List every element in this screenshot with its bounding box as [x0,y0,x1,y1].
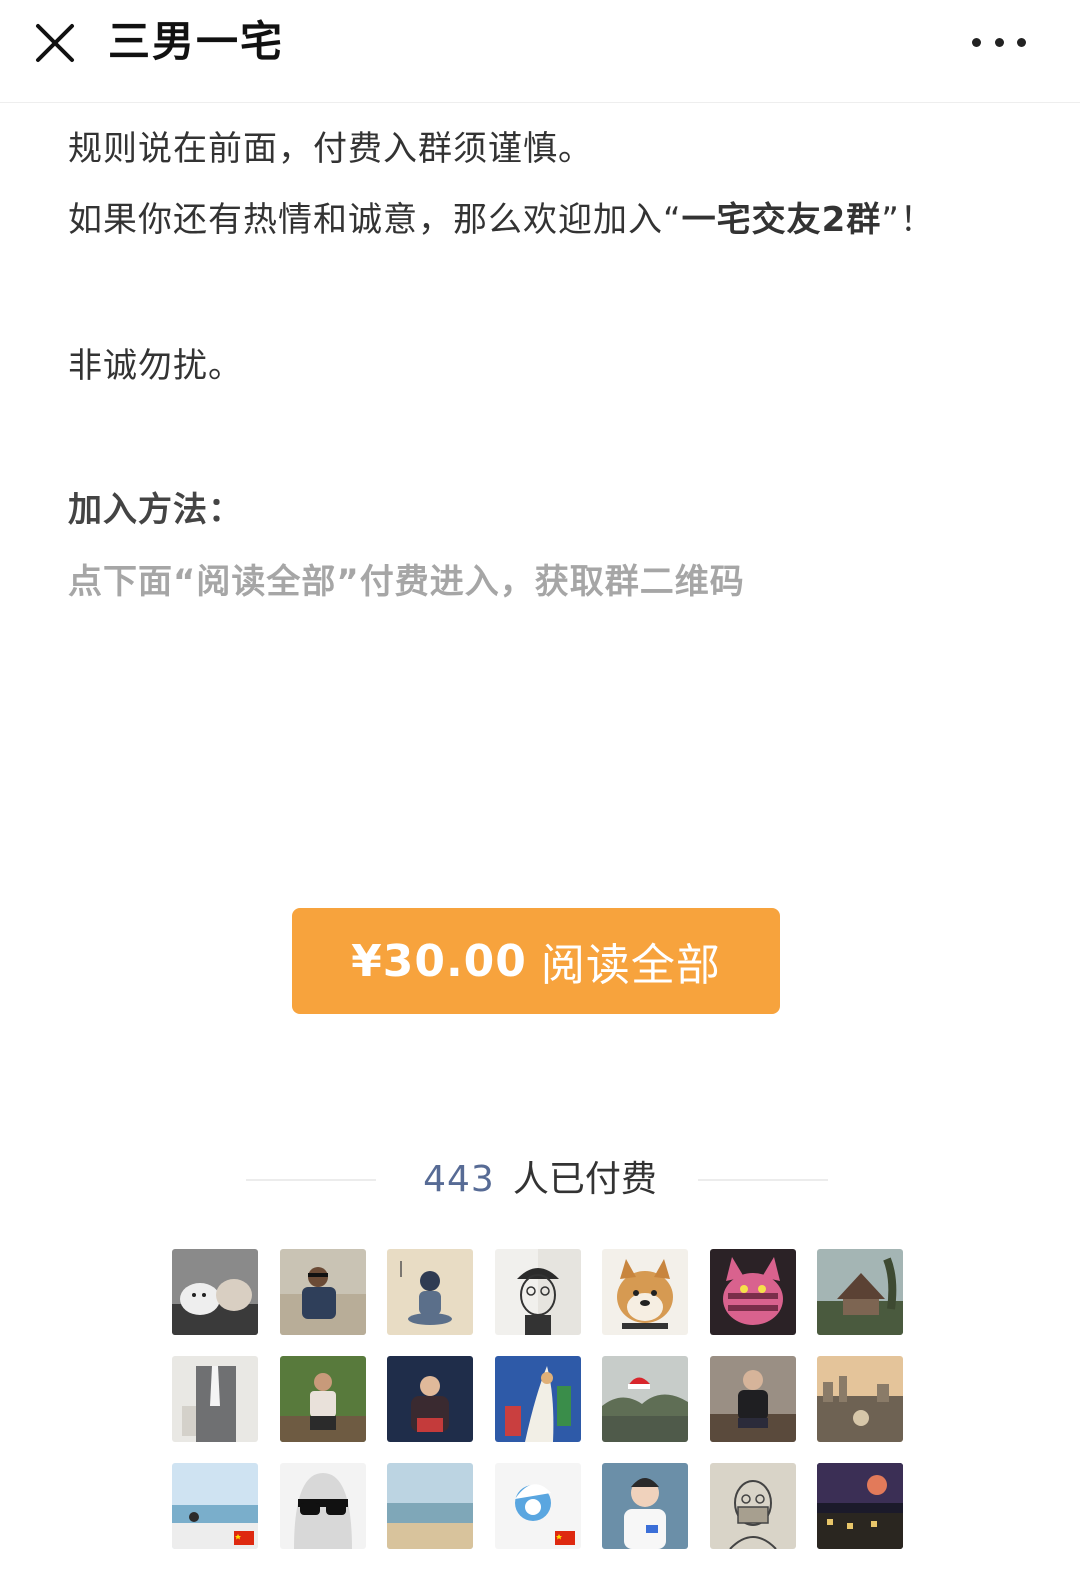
avatar-smurf-flag[interactable] [494,1463,581,1549]
avatar-suit[interactable] [172,1356,258,1442]
pay-label: 阅读全部 [540,940,721,991]
join-instruction: 点下面“阅读全部”付费进入，获取群二维码 [68,562,745,602]
pay-read-all-button[interactable]: ¥30.00 阅读全部 [292,908,780,1014]
paid-label: 人已付费 [512,1159,657,1200]
avatar-sketch-mask[interactable] [709,1463,796,1549]
avatar-man-city[interactable] [279,1249,366,1335]
avatar-drawing-sitting[interactable] [387,1249,473,1335]
avatar-man-dark[interactable] [387,1356,473,1442]
avatar-house-landscape[interactable] [817,1249,903,1335]
top-bar: 三男一宅 [0,0,1080,103]
more-options-button[interactable] [968,22,1030,62]
page-title: 三男一宅 [108,17,285,66]
more-dots-icon [972,37,981,47]
avatar-seascape[interactable] [387,1463,473,1549]
avatar-beach-flag[interactable] [172,1463,258,1549]
pay-price: ¥30.00 [351,935,527,987]
paid-count-row: 443 人已付费 [0,1150,1080,1210]
article-line-rules: 规则说在前面，付费入群须谨慎。 [68,129,593,169]
avatar-sunset-city[interactable] [817,1356,903,1442]
avatar-grid [172,1249,904,1549]
join-method-heading: 加入方法： [68,490,243,530]
group-name: 一宅交友2群 [681,200,882,240]
avatar-painting[interactable] [494,1356,581,1442]
avatar-cats[interactable] [172,1249,258,1335]
avatar-ghost-sunglasses[interactable] [279,1463,366,1549]
avatar-pink-cat-plush[interactable] [709,1249,796,1335]
article-line-invite: 如果你还有热情和诚意，那么欢迎加入“一宅交友2群”！ [68,200,935,240]
avatar-sketch-officer[interactable] [494,1249,581,1335]
close-button[interactable] [28,16,82,70]
avatar-night-city[interactable] [817,1463,903,1549]
paid-count: 443 [423,1159,495,1200]
avatar-man-sitting[interactable] [709,1356,796,1442]
avatar-shiba-dog[interactable] [602,1249,688,1335]
article-line-serious: 非诚勿扰。 [68,346,243,386]
avatar-christmas-hat[interactable] [602,1356,688,1442]
avatar-man-white-shirt[interactable] [602,1463,688,1549]
avatar-man-forest[interactable] [279,1356,366,1442]
close-icon [36,24,74,62]
